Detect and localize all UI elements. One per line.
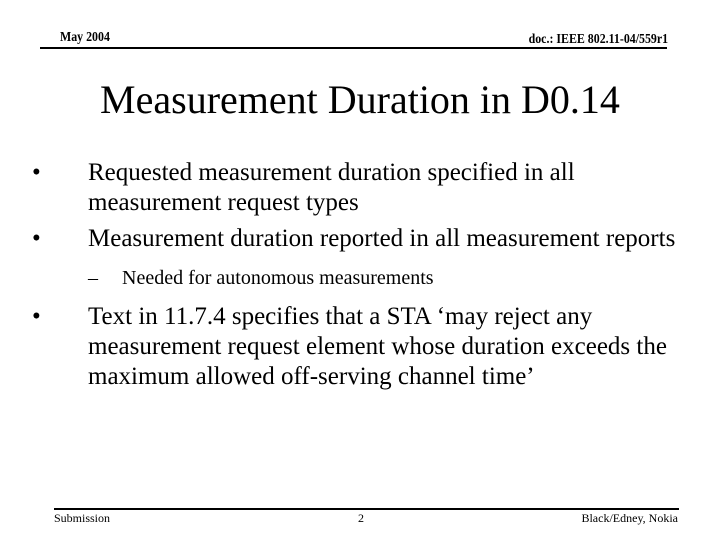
- footer-authors: Black/Edney, Nokia: [581, 511, 678, 525]
- bullet-icon: •: [32, 303, 41, 330]
- bullet-text: Requested measurement duration specified…: [88, 159, 575, 216]
- bullet-item: • Text in 11.7.4 specifies that a STA ‘m…: [28, 302, 678, 392]
- footer-divider: [54, 508, 679, 510]
- sub-bullet-text: Needed for autonomous measurements: [122, 267, 434, 289]
- page-number: 2: [358, 511, 364, 525]
- header-divider: [40, 47, 667, 49]
- bullet-text: Measurement duration reported in all mea…: [88, 225, 676, 252]
- header-doc-id: doc.: IEEE 802.11-04/559r1: [528, 32, 668, 47]
- header-date: May 2004: [60, 30, 110, 45]
- bullet-icon: •: [32, 225, 41, 252]
- slide-body: • Requested measurement duration specifi…: [28, 158, 678, 398]
- sub-bullet-item: – Needed for autonomous measurements: [28, 266, 678, 290]
- slide-title: Measurement Duration in D0.14: [100, 77, 620, 122]
- bullet-item: • Measurement duration reported in all m…: [28, 224, 678, 254]
- bullet-text: Text in 11.7.4 specifies that a STA ‘may…: [88, 303, 667, 390]
- footer-submission: Submission: [54, 511, 111, 525]
- dash-icon: –: [88, 267, 98, 289]
- bullet-icon: •: [32, 159, 41, 186]
- bullet-item: • Requested measurement duration specifi…: [28, 158, 678, 218]
